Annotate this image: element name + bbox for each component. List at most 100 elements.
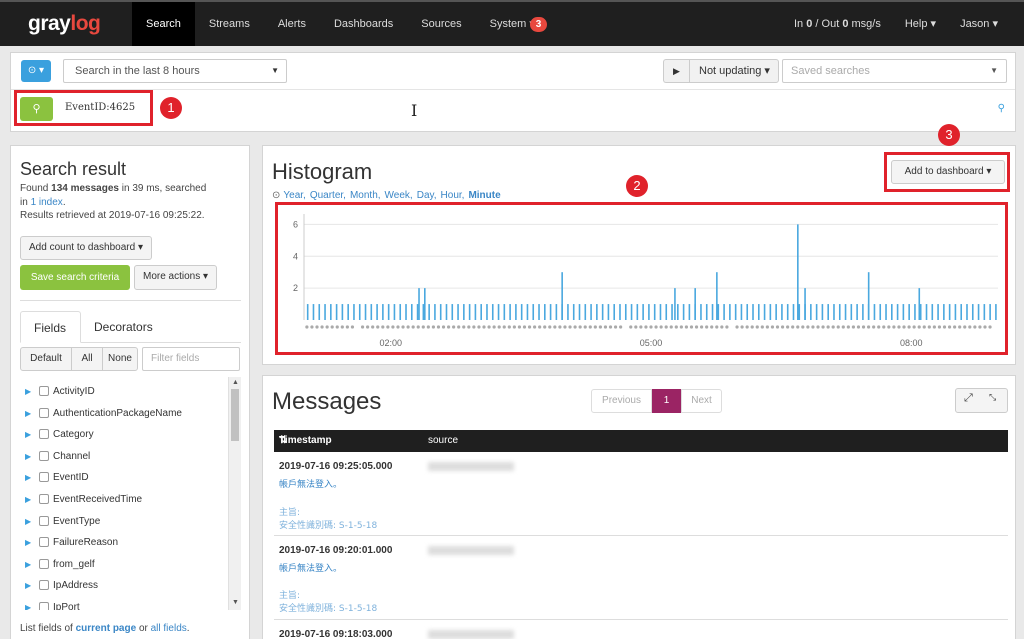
field-checkbox[interactable] <box>39 559 49 569</box>
logo-text-log: log <box>70 12 101 35</box>
message-timestamp: 2019-07-16 09:18:03.000 <box>279 629 393 639</box>
nav-help-dropdown[interactable]: Help ▾ <box>893 2 948 46</box>
filter-fields-input[interactable]: Filter fields <box>142 347 240 371</box>
table-row[interactable]: 2019-07-16 09:18:03.000 <box>274 626 1008 639</box>
filter-none-button[interactable]: None <box>102 347 138 371</box>
field-name: Channel <box>53 451 91 462</box>
scroll-thumb[interactable] <box>231 389 239 441</box>
field-checkbox[interactable] <box>39 429 49 439</box>
throughput-in-label: In <box>794 18 807 30</box>
message-text: 帳戶無法登入。 <box>279 480 343 490</box>
caret-right-icon[interactable]: ▶ <box>25 597 31 610</box>
more-actions-button[interactable]: More actions ▾ <box>134 265 218 290</box>
caret-right-icon[interactable]: ▶ <box>25 381 31 402</box>
field-tabs: Fields Decorators <box>20 311 241 343</box>
graylog-logo[interactable]: graylog <box>28 12 101 36</box>
nav-dashboards[interactable]: Dashboards <box>320 2 407 46</box>
range-type-button[interactable]: ⊙ ▾ <box>21 60 51 82</box>
logo-text-gray: gray <box>28 12 71 35</box>
saved-searches-select[interactable]: Saved searches ▼ <box>782 59 1007 83</box>
caret-right-icon[interactable]: ▶ <box>25 554 31 575</box>
field-checkbox[interactable] <box>39 451 49 461</box>
caret-right-icon[interactable]: ▶ <box>25 446 31 467</box>
field-checkbox[interactable] <box>39 602 49 610</box>
play-icon[interactable]: ▶ <box>663 59 689 83</box>
field-name: EventReceivedTime <box>53 494 143 505</box>
save-search-criteria-button[interactable]: Save search criteria <box>20 265 130 290</box>
resolution-year[interactable]: Year, <box>283 190 305 201</box>
histogram-title: Histogram <box>272 159 373 184</box>
top-navbar: graylog Search Streams Alerts Dashboards… <box>0 0 1024 46</box>
filter-default-button[interactable]: Default <box>20 347 72 371</box>
add-count-to-dashboard-button[interactable]: Add count to dashboard ▾ <box>20 236 152 260</box>
caret-right-icon[interactable]: ▶ <box>25 489 31 510</box>
time-range-select[interactable]: Search in the last 8 hours ▼ <box>63 59 287 83</box>
search-result-title: Search result <box>20 159 127 179</box>
field-checkbox[interactable] <box>39 472 49 482</box>
caret-right-icon[interactable]: ▶ <box>25 532 31 553</box>
main-nav: Search Streams Alerts Dashboards Sources… <box>132 2 549 46</box>
nav-search[interactable]: Search <box>132 2 195 46</box>
field-checkbox[interactable] <box>39 537 49 547</box>
nav-user-dropdown[interactable]: Jason ▾ <box>948 2 1010 46</box>
caret-right-icon[interactable]: ▶ <box>25 511 31 532</box>
field-checkbox[interactable] <box>39 494 49 504</box>
field-name: EventType <box>53 516 101 527</box>
lightbulb-icon[interactable]: ⚲ <box>998 103 1005 114</box>
resolution-week[interactable]: Week, <box>385 190 413 201</box>
caret-right-icon[interactable]: ▶ <box>25 467 31 488</box>
messages-panel: Messages Previous 1 Next ⤢ ⤡ Timestamp ⇅… <box>262 375 1016 639</box>
resolution-month[interactable]: Month, <box>350 190 381 201</box>
scroll-up-icon[interactable]: ▲ <box>232 379 239 386</box>
table-row[interactable]: 2019-07-16 09:25:05.000 帳戶無法登入。 主旨: 安全性識… <box>274 458 1008 536</box>
nav-sources[interactable]: Sources <box>407 2 475 46</box>
filter-all-button[interactable]: All <box>71 347 103 371</box>
annotation-number-1: 1 <box>160 97 182 119</box>
all-fields-link[interactable]: all fields <box>151 623 187 634</box>
throughput-indicator: In 0 / Out 0 msg/s <box>782 2 893 46</box>
message-text: 安全性識別碼: S-1-5-18 <box>279 521 378 531</box>
field-name: IpAddress <box>53 580 99 591</box>
sort-icon[interactable]: ⇅ <box>279 430 287 452</box>
index-link[interactable]: 1 index <box>31 197 63 208</box>
resolution-hour[interactable]: Hour, <box>441 190 465 201</box>
field-name: IpPort <box>53 602 80 610</box>
resolution-day[interactable]: Day, <box>417 190 437 201</box>
notification-badge[interactable]: 3 <box>530 17 547 32</box>
tab-decorators[interactable]: Decorators <box>81 311 166 343</box>
resolution-selector: ⊙ Year, Quarter, Month, Week, Day, Hour, Minute <box>272 190 505 201</box>
resolution-minute[interactable]: Minute <box>468 190 500 201</box>
field-checkbox[interactable] <box>39 386 49 396</box>
pagination-previous[interactable]: Previous <box>591 389 652 413</box>
field-list: ▶ ActivityID ▶ AuthenticationPackageName ▶… <box>20 377 241 610</box>
search-result-meta: Found 134 messages in 39 ms, searched in… <box>20 182 242 223</box>
field-checkbox[interactable] <box>39 516 49 526</box>
annotation-number-2: 2 <box>626 175 648 197</box>
tab-fields[interactable]: Fields <box>20 311 81 343</box>
index-suffix: . <box>62 196 66 208</box>
annotation-box-3 <box>884 152 1010 192</box>
nav-streams[interactable]: Streams <box>195 2 264 46</box>
field-checkbox[interactable] <box>39 580 49 590</box>
field-list-scrollbar[interactable]: ▲ ▼ <box>228 377 241 610</box>
search-result-panel: Search result Found 134 messages in 39 m… <box>10 145 250 639</box>
pagination-page-1[interactable]: 1 <box>652 389 681 413</box>
time-range-value: Search in the last 8 hours <box>75 65 200 77</box>
expand-icon[interactable]: ⤢ <box>964 392 973 405</box>
field-name: EventID <box>53 472 89 483</box>
caret-right-icon[interactable]: ▶ <box>25 575 31 596</box>
column-source[interactable]: source <box>428 430 458 452</box>
field-name: Category <box>53 429 94 440</box>
caret-right-icon[interactable]: ▶ <box>25 424 31 445</box>
collapse-icon[interactable]: ⤡ <box>989 392 996 403</box>
table-row[interactable]: 2019-07-16 09:20:01.000 帳戶無法登入。 主旨: 安全性識… <box>274 542 1008 620</box>
field-checkbox[interactable] <box>39 408 49 418</box>
nav-alerts[interactable]: Alerts <box>264 2 320 46</box>
refresh-interval-dropdown[interactable]: Not updating ▾ <box>689 59 779 83</box>
resolution-quarter[interactable]: Quarter, <box>310 190 346 201</box>
current-page-link[interactable]: current page <box>76 623 137 634</box>
footer-suffix: . <box>186 623 190 634</box>
caret-right-icon[interactable]: ▶ <box>25 403 31 424</box>
pagination-next[interactable]: Next <box>681 389 722 413</box>
scroll-down-icon[interactable]: ▼ <box>232 599 239 606</box>
